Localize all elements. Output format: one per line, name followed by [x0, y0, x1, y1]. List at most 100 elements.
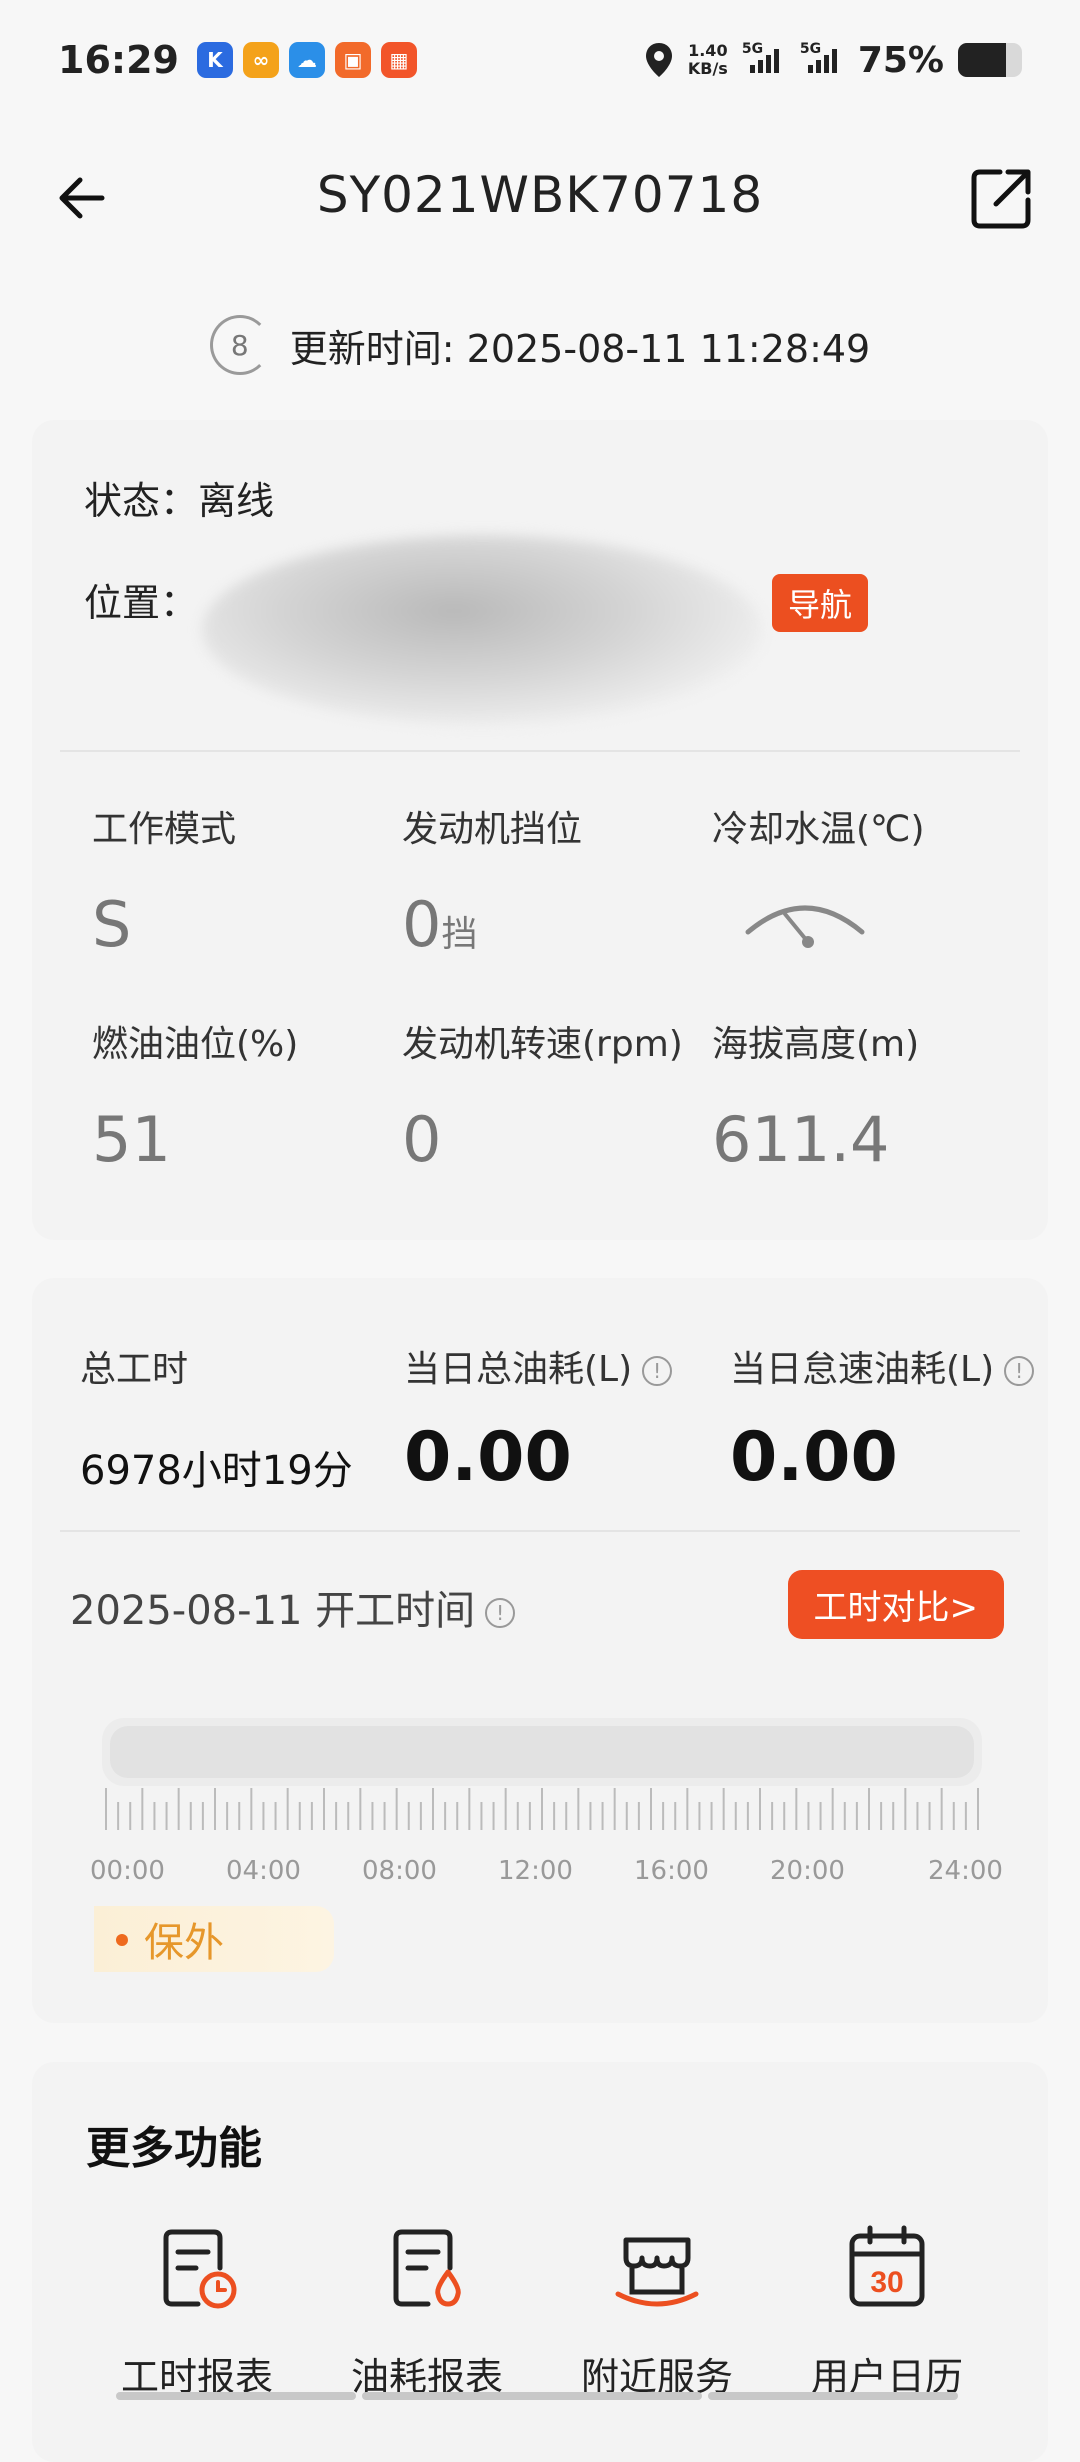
scroll-indicator-bar	[116, 2392, 356, 2400]
clock: 16:29	[58, 38, 179, 82]
total-hours-label: 总工时	[80, 1349, 189, 1390]
update-time-label: 更新时间: 2025-08-11 11:28:49	[289, 326, 871, 371]
more-functions-title: 更多功能	[86, 2123, 262, 2174]
daily-fuel-label-wrap: 当日总油耗(L)!	[404, 1340, 673, 1392]
sim1-label: 5G	[741, 41, 764, 57]
work-hours-card: 总工时 当日总油耗(L)! 当日怠速油耗(L)! 6978小时19分 0.00 …	[32, 1278, 1048, 2023]
work-hours-report-button[interactable]: 工时报表	[82, 2222, 312, 2401]
hour-label: 20:00	[770, 1856, 845, 1886]
battery-icon	[958, 43, 1022, 77]
calendar-icon: 30	[849, 2225, 925, 2307]
sim2-label: 5G	[799, 41, 822, 57]
k-app-icon: K	[196, 42, 233, 78]
nearby-service-button[interactable]: 附近服务	[542, 2222, 772, 2401]
hour-label: 08:00	[362, 1856, 437, 1886]
coolant-label: 冷却水温(℃)	[712, 809, 925, 850]
work-mode-label: 工作模式	[92, 809, 237, 850]
rpm-label: 发动机转速(rpm)	[402, 1024, 683, 1065]
refresh-countdown: 8	[230, 328, 249, 362]
status-label: 状态：	[84, 479, 199, 523]
scroll-indicator	[116, 2392, 958, 2400]
hour-label: 24:00	[928, 1856, 1003, 1886]
timeline-ticks	[102, 1788, 982, 1830]
share-icon	[971, 169, 1031, 229]
page-title: SY021WBK70718	[316, 166, 764, 224]
timeline-ticks-svg	[105, 1788, 979, 1830]
location-icon	[645, 43, 672, 77]
network-speed-unit: KB/s	[687, 59, 728, 78]
work-start-title: 2025-08-11 开工时间!	[70, 1578, 516, 1636]
temperature-gauge-icon	[745, 905, 865, 948]
rpm-value: 0	[402, 1103, 442, 1176]
more-functions-card: 更多功能 工时报表 油耗报表 附近服务 30 用户日历	[32, 2062, 1048, 2462]
fuel-report-icon	[393, 2229, 461, 2307]
hours-report-icon	[163, 2229, 237, 2309]
info-icon[interactable]: !	[642, 1356, 673, 1386]
shop-app-icon: ▣	[334, 42, 371, 78]
idle-fuel-label: 当日怠速油耗(L)	[730, 1349, 995, 1390]
fuel-label: 燃油油位(%)	[92, 1024, 299, 1065]
info-icon[interactable]: !	[1004, 1356, 1035, 1386]
metric-gear: 发动机挡位 0挡	[402, 800, 712, 961]
function-grid: 工时报表 油耗报表 附近服务 30 用户日历	[32, 2222, 1048, 2401]
metric-work-mode: 工作模式 S	[92, 800, 402, 961]
status-value: 离线	[198, 479, 275, 523]
divider	[60, 750, 1020, 752]
cloud-app-icon: ☁	[288, 42, 325, 78]
gear-label: 发动机挡位	[402, 809, 583, 850]
back-button[interactable]	[52, 168, 112, 228]
timeline-hour-labels: 00:00 04:00 08:00 12:00 16:00 20:00 24:0…	[90, 1856, 1030, 1890]
app-header: SY021WBK70718	[0, 140, 1080, 250]
signal-icon-sim1: 5G	[742, 41, 786, 73]
share-button[interactable]	[966, 164, 1036, 234]
notification-icons: K ∞ ☁ ▣ ▦	[196, 42, 417, 78]
info-icon[interactable]: !	[485, 1598, 516, 1628]
work-mode-value: S	[92, 888, 132, 961]
gear-value-wrap: 0挡	[402, 888, 712, 961]
idle-fuel-value: 0.00	[730, 1418, 898, 1497]
total-hours-value: 6978小时19分	[80, 1448, 353, 1494]
hours-compare-button[interactable]: 工时对比>	[787, 1570, 1004, 1639]
work-timeline-track	[110, 1726, 974, 1778]
refresh-countdown-icon[interactable]: 8	[209, 315, 270, 375]
metric-altitude: 海拔高度(m) 611.4	[712, 1015, 1022, 1176]
idle-fuel-label-wrap: 当日怠速油耗(L)!	[730, 1340, 1035, 1392]
calendar-day: 30	[870, 2266, 903, 2299]
hour-label: 12:00	[498, 1856, 573, 1886]
work-start-label: 2025-08-11 开工时间	[70, 1588, 476, 1634]
store-icon	[615, 2237, 699, 2307]
hour-label: 00:00	[90, 1856, 165, 1886]
back-arrow-icon	[59, 177, 105, 219]
navigate-button[interactable]: 导航	[772, 574, 869, 632]
metric-coolant: 冷却水温(℃)	[712, 800, 1022, 956]
network-speed-value: 1.40	[688, 41, 728, 60]
status-bar: 16:29 K ∞ ☁ ▣ ▦ 1.40 KB/s 5G 5G 75%	[0, 0, 1080, 120]
user-calendar-button[interactable]: 30 用户日历	[772, 2222, 1002, 2401]
fuel-report-button[interactable]: 油耗报表	[312, 2222, 542, 2401]
gear-unit: 挡	[441, 914, 478, 955]
gear-value: 0	[402, 888, 442, 961]
battery-percent: 75%	[857, 39, 944, 81]
scroll-indicator-bar	[708, 2392, 958, 2400]
hour-label: 04:00	[226, 1856, 301, 1886]
daily-fuel-label: 当日总油耗(L)	[404, 1349, 633, 1390]
signal-icon-sim2: 5G	[800, 41, 844, 73]
network-speed: 1.40 KB/s	[688, 42, 728, 78]
hour-label: 16:00	[634, 1856, 709, 1886]
machine-status-card: 状态：离线 位置： 导航 工作模式 S 发动机挡位 0挡 冷却水温(℃) 燃油油…	[32, 420, 1048, 1240]
status-line: 状态：离线	[84, 470, 274, 525]
divider	[60, 1530, 1020, 1532]
status-right: 1.40 KB/s 5G 5G 75%	[644, 40, 1022, 81]
metric-fuel: 燃油油位(%) 51	[92, 1015, 402, 1176]
warranty-badge: 保外	[94, 1906, 334, 1972]
location-label: 位置：	[84, 581, 199, 625]
scroll-indicator-bar	[362, 2392, 702, 2400]
altitude-value: 611.4	[712, 1103, 890, 1176]
grid-app-icon: ▦	[380, 42, 417, 78]
work-timeline-bar	[102, 1718, 982, 1786]
location-redacted	[202, 535, 762, 725]
daily-fuel-value: 0.00	[404, 1418, 572, 1497]
battery-fill	[958, 43, 1006, 77]
fuel-value: 51	[92, 1103, 171, 1176]
altitude-label: 海拔高度(m)	[712, 1024, 920, 1065]
